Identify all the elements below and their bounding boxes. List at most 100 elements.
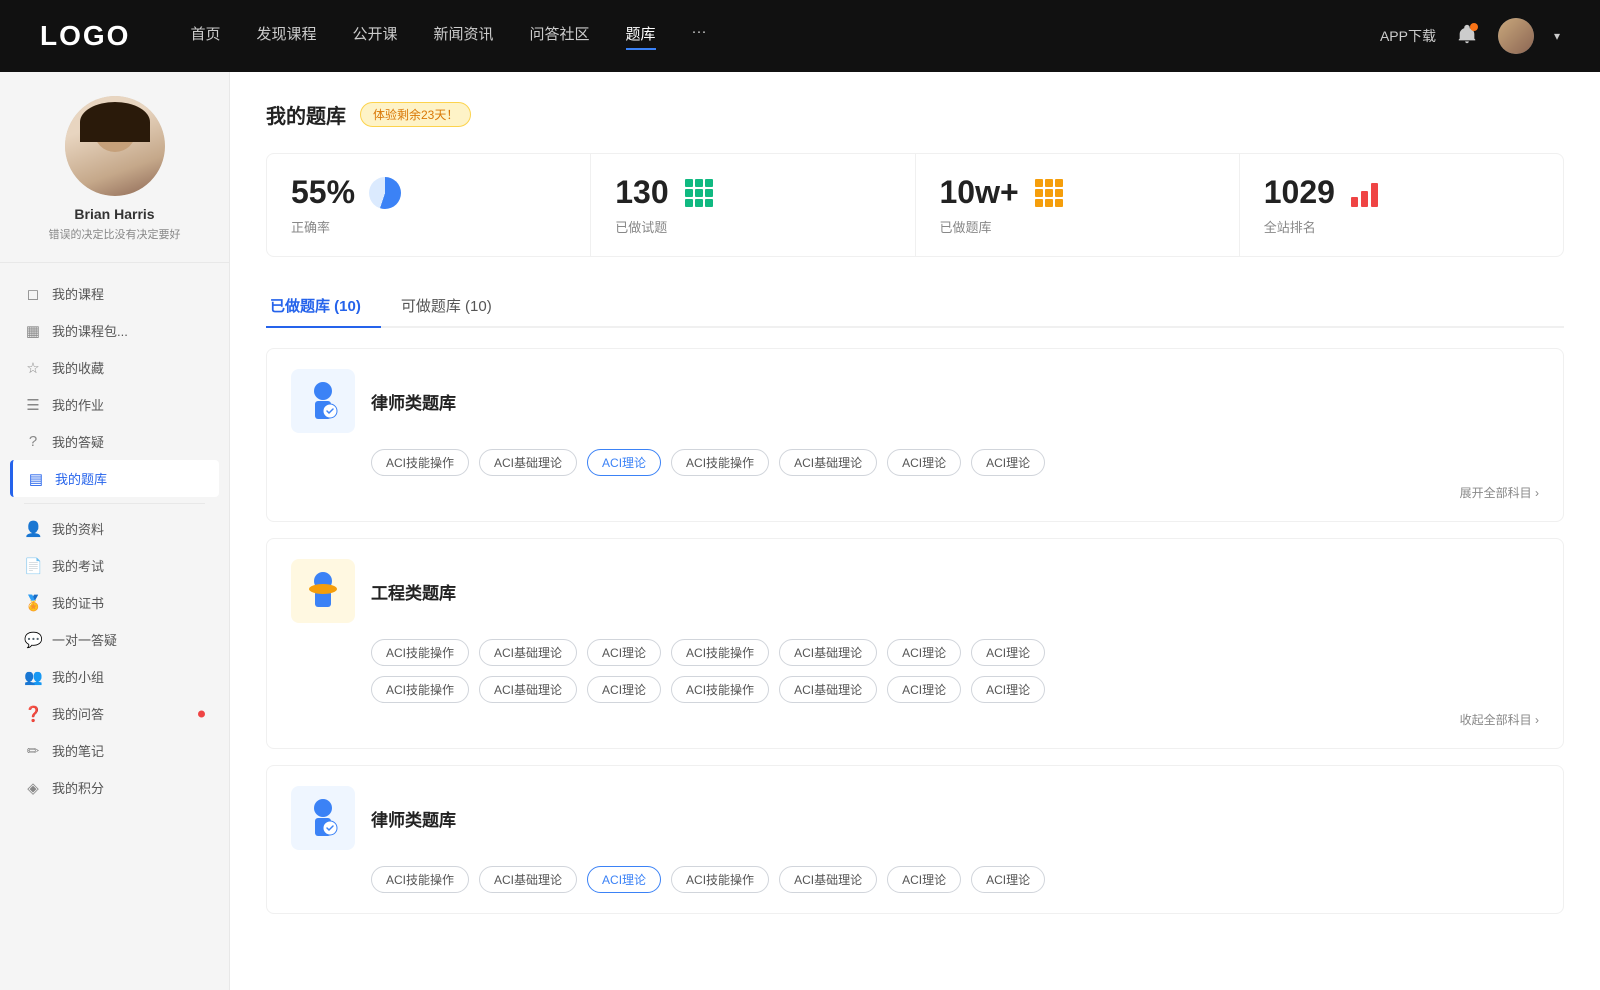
sidebar-item-courses[interactable]: ◻ 我的课程: [10, 275, 219, 312]
questions-icon: ?: [24, 433, 42, 450]
sidebar-menu: ◻ 我的课程 ▦ 我的课程包... ☆ 我的收藏 ☰ 我的作业 ? 我的答疑 ▤…: [0, 275, 229, 806]
points-icon: ◈: [24, 779, 42, 797]
exam-icon: 📄: [24, 557, 42, 575]
sidebar-item-course-package[interactable]: ▦ 我的课程包...: [10, 312, 219, 349]
bell-button[interactable]: [1456, 23, 1478, 50]
qbank-tags-engineer-row1: ACI技能操作 ACI基础理论 ACI理论 ACI技能操作 ACI基础理论 AC…: [371, 639, 1539, 666]
tag[interactable]: ACI理论: [971, 449, 1045, 476]
qbank-card-lawyer1: 律师类题库 ACI技能操作 ACI基础理论 ACI理论 ACI技能操作 ACI基…: [266, 348, 1564, 522]
nav-link-home[interactable]: 首页: [190, 23, 220, 50]
qbank-tags-engineer-row2: ACI技能操作 ACI基础理论 ACI理论 ACI技能操作 ACI基础理论 AC…: [371, 676, 1539, 703]
tag[interactable]: ACI基础理论: [779, 866, 877, 893]
tag-active[interactable]: ACI理论: [587, 449, 661, 476]
tag[interactable]: ACI理论: [971, 866, 1045, 893]
qbank-title-engineer: 工程类题库: [371, 579, 456, 604]
navbar: LOGO 首页 发现课程 公开课 新闻资讯 问答社区 题库 ··· APP下载 …: [0, 0, 1600, 72]
stat-done-questions: 130 已做试题: [591, 154, 915, 256]
qbank-card-lawyer2: 律师类题库 ACI技能操作 ACI基础理论 ACI理论 ACI技能操作 ACI基…: [266, 765, 1564, 914]
tab-done[interactable]: 已做题库 (10): [266, 285, 381, 326]
nav-logo: LOGO: [40, 20, 130, 52]
tag[interactable]: ACI基础理论: [479, 676, 577, 703]
nav-link-more[interactable]: ···: [692, 23, 707, 50]
sidebar: Brian Harris 错误的决定比没有决定要好 ◻ 我的课程 ▦ 我的课程包…: [0, 72, 230, 990]
tag[interactable]: ACI基础理论: [479, 866, 577, 893]
tag[interactable]: ACI技能操作: [671, 676, 769, 703]
tab-todo[interactable]: 可做题库 (10): [397, 285, 512, 326]
page-header: 我的题库 体验剩余23天！: [266, 100, 1564, 129]
tag[interactable]: ACI技能操作: [371, 866, 469, 893]
nav-link-news[interactable]: 新闻资讯: [434, 23, 494, 50]
tag[interactable]: ACI技能操作: [371, 676, 469, 703]
user-avatar[interactable]: [1498, 18, 1534, 54]
nav-link-discover[interactable]: 发现课程: [256, 23, 316, 50]
qbank-tags-lawyer2: ACI技能操作 ACI基础理论 ACI理论 ACI技能操作 ACI基础理论 AC…: [371, 866, 1539, 893]
tag[interactable]: ACI理论: [887, 449, 961, 476]
sidebar-item-questions[interactable]: ? 我的答疑: [10, 423, 219, 460]
nav-link-qa[interactable]: 问答社区: [530, 23, 590, 50]
courses-icon: ◻: [24, 285, 42, 303]
nav-right: APP下载 ▾: [1380, 18, 1560, 54]
stat-done-banks-value: 10w+: [940, 174, 1019, 211]
avatar-chevron-icon[interactable]: ▾: [1554, 29, 1560, 43]
nav-link-qbank[interactable]: 题库: [626, 23, 656, 50]
sidebar-item-notes[interactable]: ✏ 我的笔记: [10, 732, 219, 769]
tag[interactable]: ACI理论: [971, 639, 1045, 666]
stat-done-banks-label: 已做题库: [940, 217, 1215, 236]
tag-active[interactable]: ACI理论: [587, 866, 661, 893]
tag[interactable]: ACI技能操作: [671, 866, 769, 893]
qbank-icon-lawyer1: [291, 369, 355, 433]
tag[interactable]: ACI技能操作: [671, 639, 769, 666]
stat-accuracy-value: 55%: [291, 174, 355, 211]
tag[interactable]: ACI理论: [971, 676, 1045, 703]
tag[interactable]: ACI基础理论: [779, 676, 877, 703]
qbank-header-lawyer2: 律师类题库: [291, 786, 1539, 850]
bell-notification-dot: [1470, 23, 1478, 31]
tag[interactable]: ACI基础理论: [779, 449, 877, 476]
sidebar-item-qbank[interactable]: ▤ 我的题库: [10, 460, 219, 497]
notes-icon: ✏: [24, 742, 42, 760]
stat-rank-value: 1029: [1264, 174, 1335, 211]
tag[interactable]: ACI基础理论: [779, 639, 877, 666]
stat-rank-label: 全站排名: [1264, 217, 1539, 236]
sidebar-item-homework[interactable]: ☰ 我的作业: [10, 386, 219, 423]
collapse-link-engineer[interactable]: 收起全部科目 ›: [291, 711, 1539, 728]
tag[interactable]: ACI理论: [887, 639, 961, 666]
tag[interactable]: ACI技能操作: [671, 449, 769, 476]
expand-link-lawyer1[interactable]: 展开全部科目 ›: [291, 484, 1539, 501]
qbank-icon: ▤: [27, 470, 45, 488]
tag[interactable]: ACI技能操作: [371, 639, 469, 666]
rank-icon: [1347, 175, 1383, 211]
tag[interactable]: ACI理论: [587, 639, 661, 666]
sidebar-item-myqa[interactable]: ❓ 我的问答: [10, 695, 219, 732]
trial-badge: 体验剩余23天！: [360, 102, 471, 127]
favorites-icon: ☆: [24, 359, 42, 377]
profile-section: Brian Harris 错误的决定比没有决定要好: [0, 96, 229, 263]
tag[interactable]: ACI基础理论: [479, 639, 577, 666]
sidebar-item-favorites[interactable]: ☆ 我的收藏: [10, 349, 219, 386]
tag[interactable]: ACI理论: [587, 676, 661, 703]
accuracy-icon: [367, 175, 403, 211]
nav-link-open[interactable]: 公开课: [352, 23, 397, 50]
tag[interactable]: ACI技能操作: [371, 449, 469, 476]
sidebar-divider: [24, 503, 205, 504]
sidebar-item-exam[interactable]: 📄 我的考试: [10, 547, 219, 584]
tag[interactable]: ACI基础理论: [479, 449, 577, 476]
nav-links: 首页 发现课程 公开课 新闻资讯 问答社区 题库 ···: [190, 23, 1380, 50]
qbank-tags-lawyer1: ACI技能操作 ACI基础理论 ACI理论 ACI技能操作 ACI基础理论 AC…: [371, 449, 1539, 476]
qbank-card-engineer: 工程类题库 ACI技能操作 ACI基础理论 ACI理论 ACI技能操作 ACI基…: [266, 538, 1564, 749]
sidebar-item-profile[interactable]: 👤 我的资料: [10, 510, 219, 547]
qbank-icon-engineer: [291, 559, 355, 623]
sidebar-item-points[interactable]: ◈ 我的积分: [10, 769, 219, 806]
stats-row: 55% 正确率 130: [266, 153, 1564, 257]
tag[interactable]: ACI理论: [887, 866, 961, 893]
nav-app-download[interactable]: APP下载: [1380, 26, 1436, 46]
stat-done-banks: 10w+ 已做题库: [916, 154, 1240, 256]
page-title: 我的题库: [266, 100, 346, 129]
notification-dot: [198, 710, 205, 717]
sidebar-item-1on1[interactable]: 💬 一对一答疑: [10, 621, 219, 658]
avatar: [65, 96, 165, 196]
tag[interactable]: ACI理论: [887, 676, 961, 703]
sidebar-item-groups[interactable]: 👥 我的小组: [10, 658, 219, 695]
sidebar-item-cert[interactable]: 🏅 我的证书: [10, 584, 219, 621]
homework-icon: ☰: [24, 396, 42, 414]
